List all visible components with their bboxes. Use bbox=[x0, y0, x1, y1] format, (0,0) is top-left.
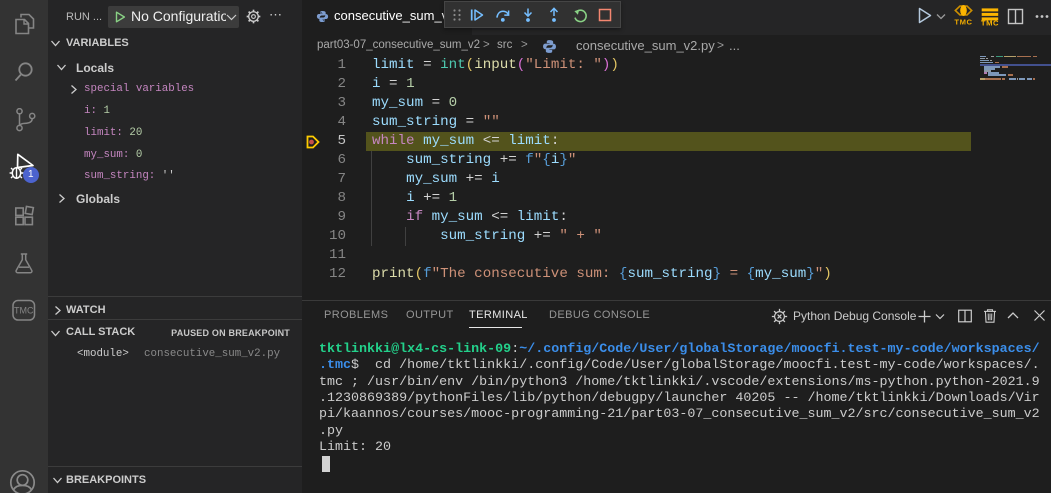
svg-text:TMC: TMC bbox=[954, 18, 972, 27]
svg-text:TMC: TMC bbox=[981, 19, 999, 27]
svg-text:TMC: TMC bbox=[14, 306, 34, 316]
